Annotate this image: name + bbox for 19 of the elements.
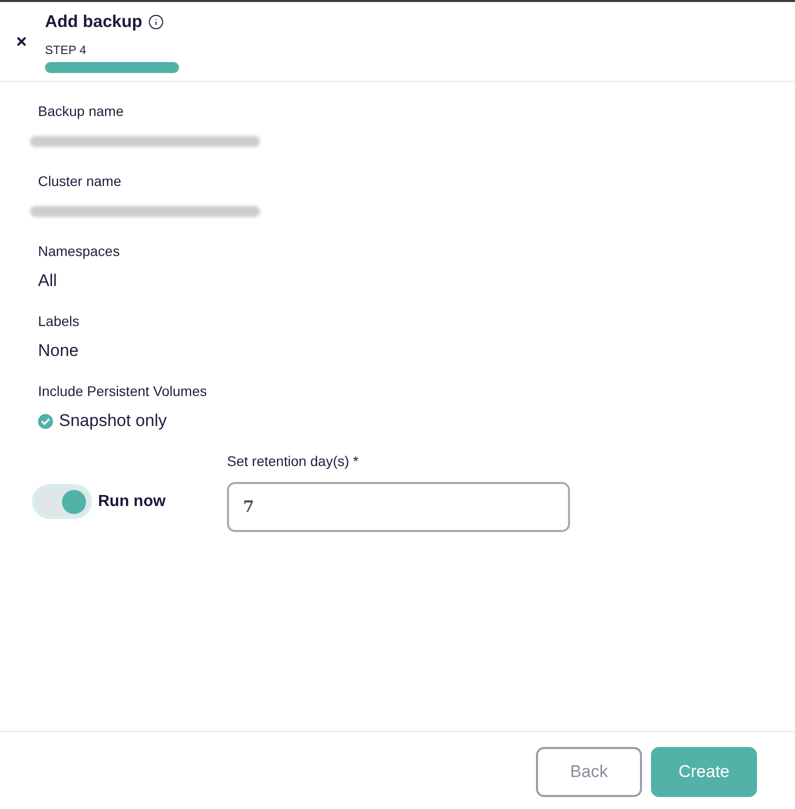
info-icon[interactable] xyxy=(148,14,164,30)
retention-label: Set retention day(s) * xyxy=(227,452,359,470)
dialog-title: Add backup xyxy=(45,10,142,33)
retention-input[interactable]: 7 xyxy=(227,482,570,532)
run-now-toggle[interactable] xyxy=(35,487,89,516)
run-now-label: Run now xyxy=(98,492,166,512)
summary-value: None xyxy=(38,341,79,361)
summary-value: All xyxy=(38,271,57,291)
create-button[interactable]: Create xyxy=(651,747,757,797)
summary-label: Namespaces xyxy=(38,242,120,260)
summary-label: Cluster name xyxy=(38,172,122,190)
summary-label: Labels xyxy=(38,312,80,330)
summary-label: Backup name xyxy=(38,102,124,120)
summary-value: Snapshot only xyxy=(59,411,167,431)
step-label: STEP 4 xyxy=(45,42,86,58)
check-circle-icon xyxy=(38,414,53,428)
close-icon[interactable] xyxy=(15,35,28,48)
summary-label: Include Persistent Volumes xyxy=(38,382,207,400)
back-button[interactable]: Back xyxy=(536,747,642,797)
